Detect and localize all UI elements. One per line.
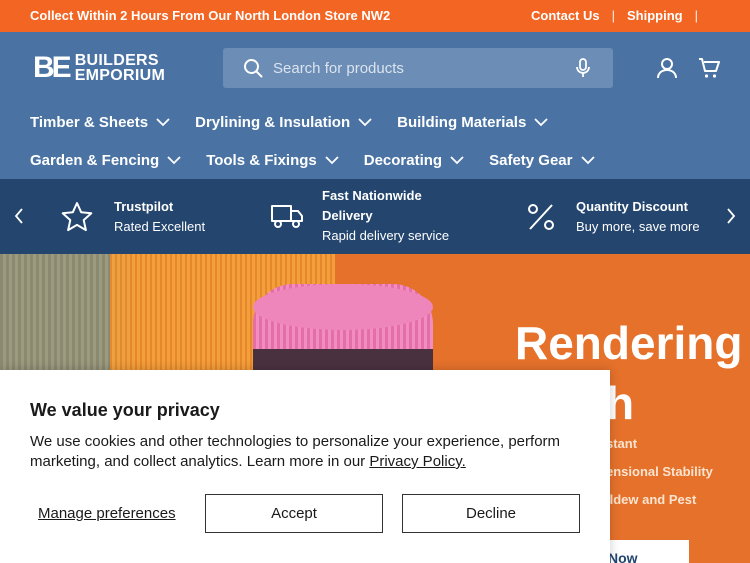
usp-title-line-2: Delivery: [322, 208, 373, 223]
hero-roll-top: [253, 284, 433, 330]
chevron-down-icon: [167, 156, 181, 165]
usp-trustpilot: Trustpilot Rated Excellent: [60, 197, 205, 237]
nav-label: Safety Gear: [489, 152, 573, 169]
hero-title: Rendering: [515, 317, 743, 369]
site-header: BE BUILDERS EMPORIUM Timber & Sheets Dry…: [0, 32, 750, 179]
usp-delivery: Fast Nationwide Delivery Rapid delivery …: [270, 186, 449, 246]
chevron-down-icon: [358, 118, 372, 127]
link-divider: |: [611, 8, 615, 23]
nav-tools-fixings[interactable]: Tools & Fixings: [206, 152, 339, 169]
announcement-links: Contact Us | Shipping |: [531, 8, 710, 23]
privacy-policy-link[interactable]: Privacy Policy.: [369, 453, 465, 470]
account-icon[interactable]: [656, 57, 678, 84]
contact-us-link[interactable]: Contact Us: [531, 8, 600, 23]
cookie-body-text: We use cookies and other technologies to…: [30, 433, 561, 470]
chevron-down-icon: [325, 156, 339, 165]
logo-line-1: BUILDERS: [74, 52, 159, 69]
nav-label: Building Materials: [397, 114, 527, 131]
chevron-right-icon[interactable]: [726, 207, 736, 230]
star-icon: [61, 202, 93, 232]
nav-timber-sheets[interactable]: Timber & Sheets: [30, 114, 170, 131]
hero-feature: stant: [606, 436, 638, 451]
cookie-body: We use cookies and other technologies to…: [30, 432, 590, 472]
nav-drylining-insulation[interactable]: Drylining & Insulation: [195, 114, 372, 131]
link-divider: |: [694, 8, 698, 23]
chevron-down-icon: [156, 118, 170, 127]
usp-quantity-discount: Quantity Discount Buy more, save more: [525, 197, 700, 237]
main-nav-row-2: Garden & Fencing Tools & Fixings Decorat…: [30, 152, 620, 169]
usp-subtitle: Rapid delivery service: [322, 228, 450, 243]
nav-label: Drylining & Insulation: [195, 114, 351, 131]
hero-feature: ensional Stability: [606, 464, 713, 479]
usp-title-line-1: Fast Nationwide: [322, 188, 422, 203]
nav-decorating[interactable]: Decorating: [364, 152, 464, 169]
hero-shop-now-button[interactable]: Now: [600, 540, 689, 563]
chevron-down-icon: [580, 156, 595, 165]
chevron-left-icon[interactable]: [14, 207, 24, 230]
chevron-down-icon: [450, 156, 464, 165]
search-icon[interactable]: [243, 58, 263, 83]
nav-building-materials[interactable]: Building Materials: [397, 114, 548, 131]
usp-subtitle: Buy more, save more: [576, 219, 700, 234]
site-logo[interactable]: BE BUILDERS EMPORIUM: [33, 50, 193, 86]
search-bar[interactable]: [223, 48, 613, 88]
main-nav-row-1: Timber & Sheets Drylining & Insulation B…: [30, 114, 573, 131]
logo-mark: BE: [33, 51, 72, 84]
announcement-promo: Collect Within 2 Hours From Our North Lo…: [30, 8, 391, 23]
nav-label: Tools & Fixings: [206, 152, 317, 169]
truck-icon: [271, 205, 303, 228]
shipping-link[interactable]: Shipping: [627, 8, 683, 23]
logo-wordmark: BUILDERS EMPORIUM: [74, 52, 166, 84]
logo-line-2: EMPORIUM: [74, 67, 166, 84]
percent-icon: [528, 204, 554, 230]
cookie-title: We value your privacy: [30, 400, 220, 420]
usp-subtitle: Rated Excellent: [114, 219, 206, 234]
hero-title-line-2: h: [606, 377, 635, 429]
nav-garden-fencing[interactable]: Garden & Fencing: [30, 152, 181, 169]
nav-label: Timber & Sheets: [30, 114, 149, 131]
usp-title: Quantity Discount: [576, 199, 688, 214]
nav-label: Decorating: [363, 152, 443, 169]
cookie-consent-banner: We value your privacy We use cookies and…: [0, 370, 610, 563]
usp-title: Trustpilot: [114, 199, 174, 214]
manage-preferences-link[interactable]: Manage preferences: [38, 505, 176, 522]
search-input[interactable]: [273, 56, 563, 80]
chevron-down-icon: [534, 118, 548, 127]
usp-carousel: Trustpilot Rated Excellent Fast Nationwi…: [0, 179, 750, 254]
cart-icon[interactable]: [698, 57, 720, 84]
nav-safety-gear[interactable]: Safety Gear: [489, 152, 595, 169]
hero-feature: ildew and Pest: [606, 492, 697, 507]
accept-button[interactable]: Accept: [205, 494, 383, 533]
decline-button[interactable]: Decline: [402, 494, 580, 533]
nav-label: Garden & Fencing: [30, 152, 160, 169]
microphone-icon[interactable]: [575, 58, 591, 83]
announcement-bar: Collect Within 2 Hours From Our North Lo…: [0, 0, 750, 32]
